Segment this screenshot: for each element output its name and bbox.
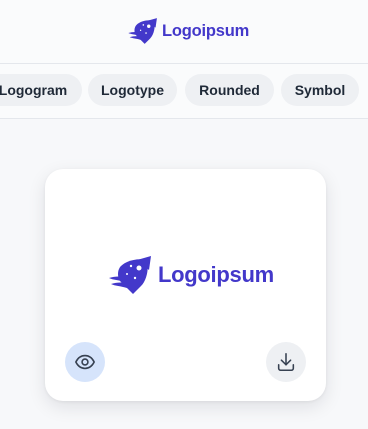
tab-logotype[interactable]: Logotype: [88, 74, 177, 106]
eye-icon: [75, 354, 95, 370]
header: Logoipsum: [0, 0, 368, 64]
logo-card[interactable]: Logoipsum: [45, 169, 326, 401]
card-logo: Logoipsum: [107, 254, 274, 296]
header-logo-text: Logoipsum: [162, 21, 250, 40]
card-logo-text: Logoipsum: [158, 262, 274, 287]
preview-button[interactable]: [65, 342, 105, 382]
tab-symbol[interactable]: Symbol: [281, 74, 359, 106]
download-icon: [277, 352, 295, 372]
category-tabs: Logogram Logotype Rounded Symbol: [0, 64, 368, 119]
tab-logogram[interactable]: Logogram: [0, 74, 82, 106]
header-logo[interactable]: Logoipsum: [127, 14, 249, 48]
download-button[interactable]: [266, 342, 306, 382]
tab-rounded[interactable]: Rounded: [185, 74, 274, 106]
rocket-logo-icon: [128, 18, 157, 44]
rocket-logo-icon: [109, 256, 151, 294]
